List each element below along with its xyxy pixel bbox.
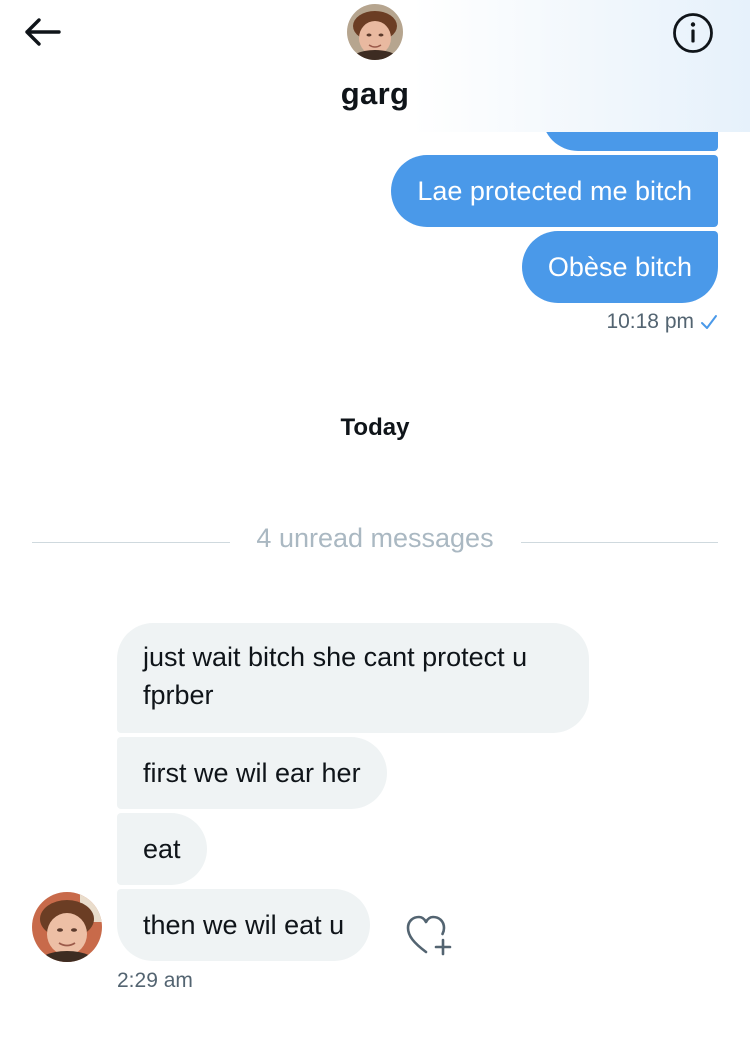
sender-avatar[interactable] — [32, 892, 102, 962]
received-message-text: first we wil ear her — [143, 758, 361, 788]
sent-message-text: Lae protected me bitch — [417, 176, 692, 206]
received-timestamp: 2:29 am — [117, 969, 193, 992]
arrow-left-icon — [25, 18, 61, 46]
unread-messages-label: 4 unread messages — [256, 523, 494, 553]
sent-message-bubble[interactable]: Lae protected me bitch — [391, 155, 718, 227]
heart-plus-icon — [406, 915, 452, 956]
received-message-bubble[interactable]: eat — [117, 813, 207, 885]
sent-message-text: Obèse bitch — [547, 252, 692, 282]
conversation-header: garg — [0, 0, 750, 132]
sent-timestamp: 10:18 pm — [606, 310, 718, 334]
avatar-image — [347, 4, 403, 60]
avatar-image — [32, 892, 102, 962]
date-separator: Today — [340, 414, 410, 441]
conversation-info-button[interactable] — [670, 10, 716, 56]
info-circle-icon — [673, 13, 713, 53]
received-message-bubble[interactable]: first we wil ear her — [117, 737, 387, 809]
received-message-bubble[interactable]: then we wil eat u — [117, 889, 371, 961]
contact-avatar[interactable] — [347, 4, 403, 60]
back-button[interactable] — [18, 10, 66, 54]
received-message-bubble[interactable]: just wait bitch she cant protect u fprbe… — [117, 623, 589, 733]
received-message-text: just wait bitch she cant protect u fprbe… — [143, 642, 528, 710]
contact-name: garg — [340, 76, 410, 111]
checkmark-icon — [701, 315, 717, 329]
sent-message-bubble[interactable]: Obèse bitch — [521, 231, 718, 303]
received-message-text: eat — [143, 834, 181, 864]
sent-time-text: 10:18 pm — [606, 310, 694, 333]
add-reaction-button[interactable] — [404, 912, 456, 958]
received-message-text: then we wil eat u — [143, 910, 345, 940]
